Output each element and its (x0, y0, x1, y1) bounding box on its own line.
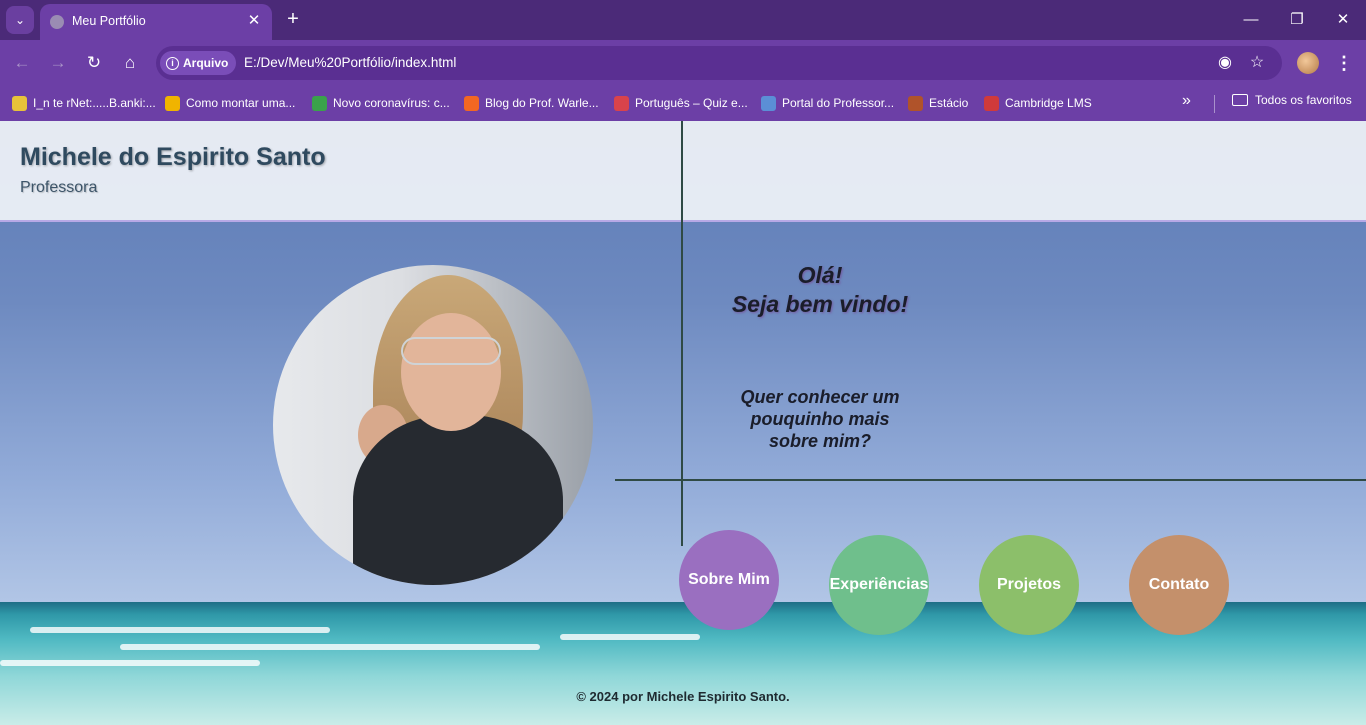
bookmarks-bar: I_n te rNet:.....B.anki:... Como montar … (0, 86, 1366, 121)
url-text[interactable]: E:/Dev/Meu%20Portfólio/index.html (244, 55, 456, 70)
bookmark-favicon-icon (312, 95, 327, 111)
folder-icon (1232, 94, 1248, 106)
bookmark-label: Português – Quiz e... (635, 96, 748, 110)
back-arrow-icon[interactable]: ← (9, 50, 35, 76)
minimize-icon[interactable]: — (1236, 8, 1266, 32)
page-viewport: Michele do Espirito Santo Professora Olá… (0, 121, 1366, 725)
all-bookmarks-label: Todos os favoritos (1255, 93, 1352, 107)
question-line: sobre mim? (768, 431, 872, 451)
bookmark-label: Novo coronavírus: c... (333, 96, 450, 110)
bookmark-favicon-icon (761, 95, 776, 111)
page-footer: © 2024 por Michele Espirito Santo. (576, 689, 790, 704)
nav-button-experiencias[interactable]: Experiências (829, 535, 929, 635)
bookmark-favicon-icon (984, 95, 999, 111)
chevron-double-right-icon[interactable]: » (1182, 92, 1191, 110)
bookmark-label: Portal do Professor... (782, 96, 895, 110)
address-bar[interactable]: i Arquivo E:/Dev/Meu%20Portfólio/index.h… (156, 46, 1282, 80)
intro-question: Quer conhecer um pouquinho mais sobre mi… (700, 386, 940, 452)
question-line: Quer conhecer um (740, 387, 900, 407)
bookmarks-divider (1214, 95, 1215, 113)
restore-icon[interactable]: ❐ (1282, 8, 1312, 32)
window-close-icon[interactable]: ✕ (1328, 8, 1358, 32)
question-line: pouquinho mais (750, 409, 890, 429)
bookmark-favicon-icon (165, 95, 180, 111)
bookmark-favicon-icon (614, 95, 629, 111)
photo-face (401, 313, 501, 431)
wave-foam (0, 660, 260, 666)
bookmark-favicon-icon (464, 95, 479, 111)
vertical-divider (681, 121, 683, 546)
close-tab-icon[interactable]: ✕ (244, 11, 264, 31)
new-tab-icon[interactable]: + (282, 8, 304, 30)
site-header: Michele do Espirito Santo Professora (0, 121, 1366, 222)
reload-icon[interactable]: ↻ (81, 50, 107, 76)
bookmark-label: Cambridge LMS (1005, 96, 1092, 110)
bookmark-item[interactable]: Cambridge LMS (984, 93, 1092, 113)
bookmark-item[interactable]: Como montar uma... (165, 93, 295, 113)
all-bookmarks-folder[interactable]: Todos os favoritos (1232, 93, 1352, 107)
nav-button-contato[interactable]: Contato (1129, 535, 1229, 635)
site-title: Michele do Espirito Santo (20, 143, 326, 171)
profile-photo (273, 265, 593, 585)
wave-foam (120, 644, 540, 650)
globe-icon (50, 15, 64, 29)
active-tab[interactable]: Meu Portfólio ✕ (40, 4, 272, 40)
bookmark-item[interactable]: Portal do Professor... (761, 93, 894, 113)
bookmark-item[interactable]: Português – Quiz e... (614, 93, 748, 113)
bookmark-label: Como montar uma... (186, 96, 296, 110)
profile-avatar[interactable] (1297, 52, 1319, 74)
tab-search-icon[interactable]: ⌄ (6, 6, 34, 34)
greeting-line: Seja bem vindo! (731, 291, 909, 317)
info-icon: i (166, 56, 179, 70)
home-icon[interactable]: ⌂ (117, 50, 143, 76)
wave-foam (30, 627, 330, 633)
site-info-label: Arquivo (183, 56, 229, 70)
eye-icon[interactable]: ◉ (1214, 52, 1236, 74)
nav-button-sobre-mim[interactable]: Sobre Mim (679, 530, 779, 630)
wave-foam (560, 634, 700, 640)
bookmark-favicon-icon (908, 95, 923, 111)
bookmark-label: Estácio (929, 96, 969, 110)
nav-button-projetos[interactable]: Projetos (979, 535, 1079, 635)
horizontal-divider (615, 479, 1366, 481)
site-subtitle: Professora (20, 179, 98, 196)
bookmark-label: Blog do Prof. Warle... (485, 96, 599, 110)
site-info-chip[interactable]: i Arquivo (160, 51, 237, 75)
browser-toolbar: ← → ↻ ⌂ i Arquivo E:/Dev/Meu%20Portfólio… (0, 40, 1366, 86)
photo-body (353, 415, 563, 585)
bookmark-label: I_n te rNet:.....B.anki:... (33, 96, 156, 110)
tab-title: Meu Portfólio (72, 14, 146, 28)
photo-glasses (401, 337, 501, 365)
greeting-line: Olá! (797, 262, 843, 288)
star-icon[interactable]: ☆ (1246, 52, 1268, 74)
tab-strip: ⌄ Meu Portfólio ✕ + — ❐ ✕ (0, 0, 1366, 40)
kebab-menu-icon[interactable]: ⋮ (1334, 50, 1354, 76)
forward-arrow-icon[interactable]: → (45, 50, 71, 76)
bookmark-item[interactable]: Novo coronavírus: c... (312, 93, 450, 113)
greeting-heading: Olá! Seja bem vindo! (700, 261, 940, 319)
bookmark-item[interactable]: Blog do Prof. Warle... (464, 93, 599, 113)
bookmark-item[interactable]: Estácio (908, 93, 968, 113)
bookmark-favicon-icon (12, 95, 27, 111)
bookmark-item[interactable]: I_n te rNet:.....B.anki:... (12, 93, 156, 113)
